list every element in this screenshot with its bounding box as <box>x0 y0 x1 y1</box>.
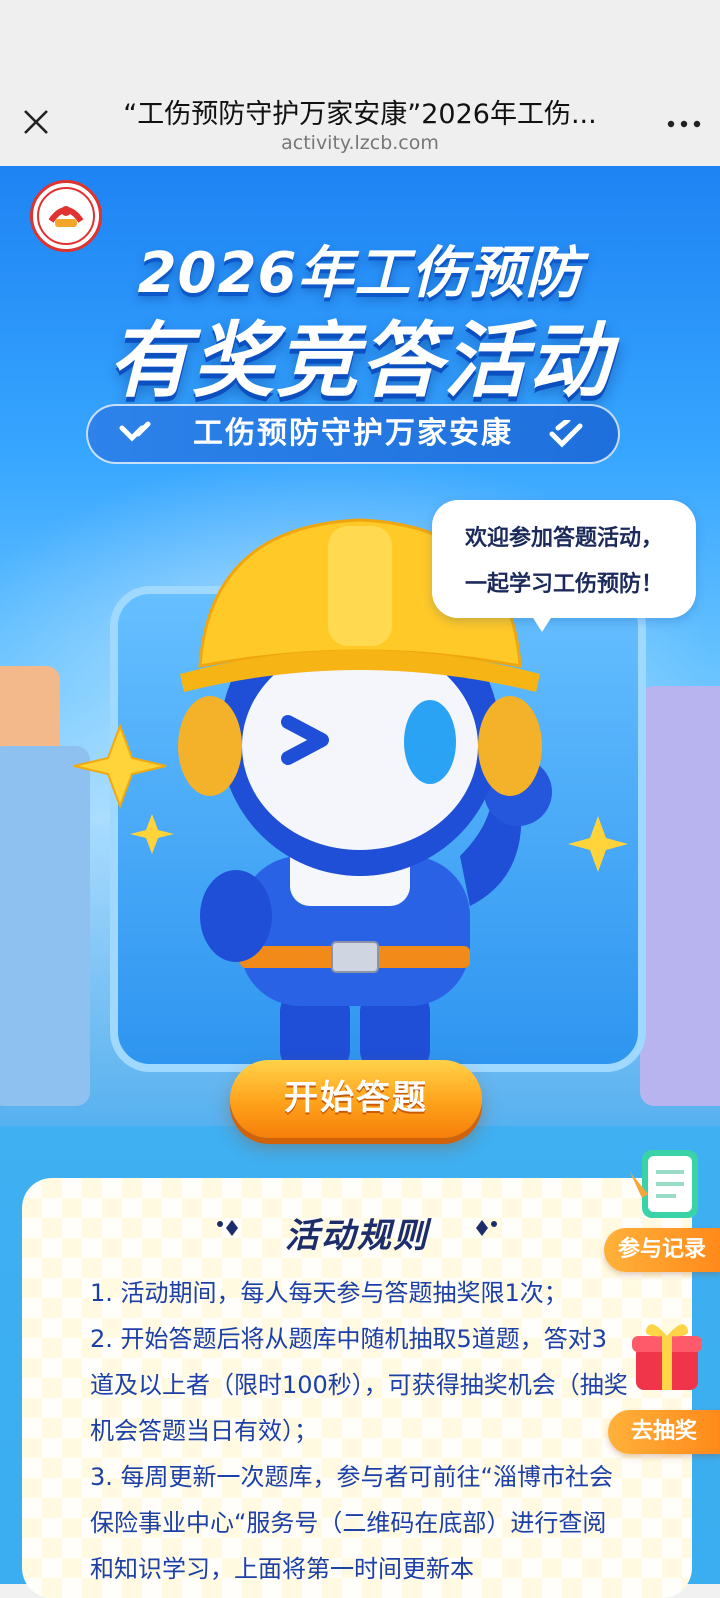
go-lottery-tab[interactable]: 去抽奖 <box>608 1410 720 1454</box>
left-book-block <box>0 666 60 756</box>
rule-item: 3. 每周更新一次题库，参与者可前往“淄博市社会保险事业中心“服务号（二维码在底… <box>90 1463 613 1583</box>
chevron-decoration-icon <box>549 420 583 448</box>
right-tower-block <box>640 686 720 1106</box>
gift-box-icon[interactable] <box>624 1312 710 1398</box>
speech-bubble: 欢迎参加答题活动， 一起学习工伤预防！ <box>432 500 696 632</box>
bubble-line-1: 欢迎参加答题活动， <box>464 526 663 551</box>
close-icon[interactable] <box>16 102 56 142</box>
clipboard-icon[interactable] <box>628 1142 704 1222</box>
sparkle-decoration-icon <box>476 1220 497 1236</box>
rule-item: 1. 活动期间，每人每天参与答题抽奖限1次； <box>90 1279 568 1307</box>
more-options-icon[interactable] <box>662 104 706 144</box>
start-quiz-button[interactable]: 开始答题 <box>230 1060 482 1138</box>
page-url: activity.lzcb.com <box>281 132 439 154</box>
title-main: 有奖竞答活动 <box>108 314 612 409</box>
hero-banner: 2026年工伤预防 有奖竞答活动 工伤预防守护万家安康 欢迎参加答题活动， 一起… <box>0 166 720 1126</box>
status-bar-space <box>0 0 720 82</box>
participation-records-tab[interactable]: 参与记录 <box>604 1228 720 1272</box>
bubble-line-2: 一起学习工伤预防！ <box>464 572 663 597</box>
page-title: “工伤预防守护万家安康”2026年工伤... <box>123 99 597 130</box>
rules-list: 1. 活动期间，每人每天参与答题抽奖限1次； 2. 开始答题后将从题库中随机抽取… <box>90 1270 630 1592</box>
slogan-text: 工伤预防守护万家安康 <box>193 416 513 451</box>
slogan-pill: 工伤预防守护万家安康 <box>86 404 620 464</box>
rules-card: 活动规则 1. 活动期间，每人每天参与答题抽奖限1次； 2. 开始答题后将从题库… <box>22 1178 692 1598</box>
bubble-tail <box>528 610 556 632</box>
rule-item: 2. 开始答题后将从题库中随机抽取5道题，答对3道及以上者（限时100秒），可获… <box>90 1325 628 1445</box>
browser-nav-bar: “工伤预防守护万家安康”2026年工伤... activity.lzcb.com <box>0 82 720 167</box>
rules-heading: 活动规则 <box>285 1216 429 1256</box>
start-quiz-label: 开始答题 <box>284 1078 428 1118</box>
